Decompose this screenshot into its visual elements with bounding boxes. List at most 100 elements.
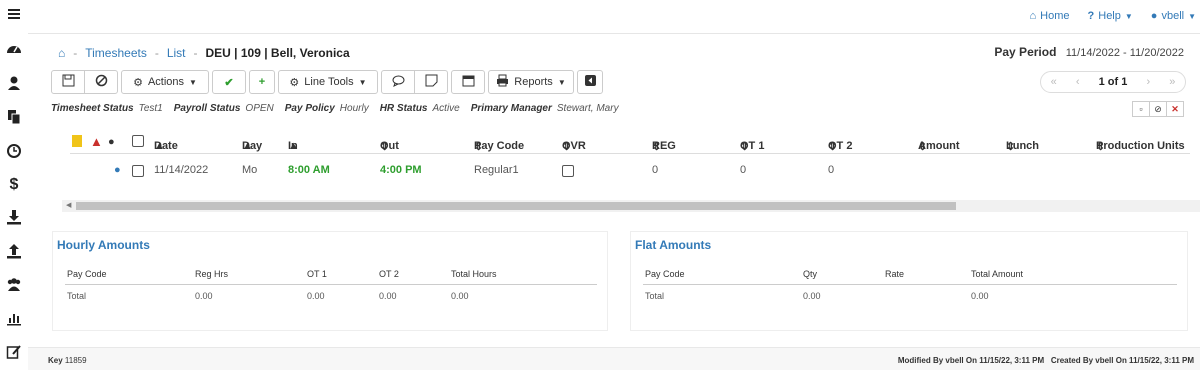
select-all-checkbox[interactable] bbox=[132, 135, 144, 147]
expand-all-icon[interactable]: ● bbox=[108, 136, 115, 148]
calendar-icon bbox=[462, 74, 475, 90]
dashboard-icon[interactable] bbox=[0, 38, 28, 60]
save-button[interactable] bbox=[51, 70, 85, 94]
help-menu[interactable]: ? Help ▼ bbox=[1088, 10, 1133, 22]
comment-button[interactable] bbox=[381, 70, 415, 94]
cell-ot2: 0 bbox=[828, 164, 835, 176]
download-icon[interactable] bbox=[0, 206, 28, 228]
timesheet-table-header: ▲ ● Date ▲ Day ▲ In ▲ Out ⇕ Pay Code ⇕ O… bbox=[70, 132, 1190, 154]
horizontal-scrollbar[interactable]: ◀ bbox=[62, 200, 1200, 212]
flat-cell: 0.00 bbox=[971, 291, 989, 301]
pay-period: Pay Period 11/14/2022 - 11/20/2022 bbox=[994, 45, 1184, 59]
add-line-button[interactable]: + bbox=[249, 70, 275, 94]
prev-page-icon[interactable]: ‹ bbox=[1076, 76, 1080, 88]
mini-delete-button[interactable]: ✕ bbox=[1166, 101, 1184, 117]
hourly-header: Pay Code bbox=[67, 269, 107, 279]
status-key: HR Status bbox=[379, 103, 428, 114]
square-caret-left-icon bbox=[584, 74, 597, 90]
cogs-icon: ⚙ bbox=[133, 76, 143, 89]
flat-amounts-title: Flat Amounts bbox=[635, 238, 712, 252]
print-icon bbox=[496, 74, 509, 90]
caret-down-icon: ▼ bbox=[1124, 11, 1133, 21]
actions-dropdown[interactable]: ⚙ Actions ▼ bbox=[121, 70, 209, 94]
first-page-icon[interactable]: « bbox=[1051, 76, 1057, 88]
flat-cell: Total bbox=[645, 291, 665, 301]
comment-icon bbox=[392, 74, 405, 90]
pay-period-label: Pay Period bbox=[994, 45, 1057, 59]
upload-icon[interactable] bbox=[0, 240, 28, 262]
hourly-header: OT 1 bbox=[307, 269, 327, 279]
save-group bbox=[51, 70, 118, 94]
hourly-header: Reg Hrs bbox=[195, 269, 229, 279]
warning-icon: ▲ bbox=[90, 134, 103, 149]
page-indicator: 1 of 1 bbox=[1098, 76, 1128, 88]
notes-group bbox=[381, 70, 448, 94]
home-icon: ⌂ bbox=[1029, 10, 1037, 22]
ban-icon bbox=[95, 74, 108, 90]
copy-icon[interactable] bbox=[0, 106, 28, 128]
last-page-icon[interactable]: » bbox=[1169, 76, 1175, 88]
ban-icon: ⊘ bbox=[1154, 103, 1162, 114]
collapse-button[interactable] bbox=[577, 70, 603, 94]
expand-row-icon[interactable]: ● bbox=[114, 164, 121, 176]
reports-dropdown[interactable]: Reports ▼ bbox=[488, 70, 574, 94]
check-icon: ✔ bbox=[224, 76, 234, 89]
mini-actions: ▫ ⊘ ✕ bbox=[1132, 101, 1184, 117]
line-tools-dropdown[interactable]: ⚙ Line Tools ▼ bbox=[278, 70, 378, 94]
bar-chart-icon[interactable] bbox=[0, 307, 28, 329]
flat-header: Rate bbox=[885, 269, 905, 279]
crumb-separator: - bbox=[193, 46, 198, 60]
floppy-icon bbox=[62, 74, 75, 90]
cancel-button[interactable] bbox=[84, 70, 118, 94]
calendar-button[interactable] bbox=[451, 70, 485, 94]
note-button[interactable] bbox=[414, 70, 448, 94]
next-page-icon[interactable]: › bbox=[1146, 76, 1150, 88]
menu-icon[interactable] bbox=[0, 3, 28, 25]
status-key: Pay Policy bbox=[284, 103, 335, 114]
dollar-icon[interactable]: $ bbox=[0, 174, 28, 196]
divider bbox=[643, 284, 1177, 285]
pager: « ‹ 1 of 1 › » bbox=[1040, 71, 1186, 93]
hourly-cell: 0.00 bbox=[307, 291, 325, 301]
status-value: Active bbox=[432, 103, 460, 114]
breadcrumb: ⌂ - Timesheets - List - DEU | 109 | Bell… bbox=[58, 46, 350, 60]
scroll-thumb[interactable] bbox=[76, 202, 956, 210]
mini-cancel-button[interactable]: ⊘ bbox=[1149, 101, 1167, 117]
cell-out[interactable]: 4:00 PM bbox=[380, 164, 422, 176]
scroll-left-icon[interactable]: ◀ bbox=[66, 201, 71, 209]
crumb-separator: - bbox=[73, 46, 78, 60]
row-checkbox[interactable] bbox=[132, 165, 144, 177]
hourly-amounts-title: Hourly Amounts bbox=[57, 238, 150, 252]
user-icon[interactable] bbox=[0, 72, 28, 94]
caret-down-icon: ▼ bbox=[189, 77, 197, 87]
ovr-checkbox[interactable] bbox=[562, 165, 574, 177]
cell-in[interactable]: 8:00 AM bbox=[288, 164, 330, 176]
mini-save-button[interactable]: ▫ bbox=[1132, 101, 1150, 117]
hourly-cell: 0.00 bbox=[451, 291, 469, 301]
crumb-list[interactable]: List bbox=[167, 46, 186, 60]
sticky-note-icon bbox=[425, 74, 438, 90]
crumb-separator: - bbox=[154, 46, 159, 60]
caret-down-icon: ▼ bbox=[557, 77, 566, 87]
home-link[interactable]: ⌂ Home bbox=[1030, 10, 1070, 22]
approve-button[interactable]: ✔ bbox=[212, 70, 246, 94]
flat-header: Pay Code bbox=[645, 269, 685, 279]
crumb-timesheets[interactable]: Timesheets bbox=[85, 46, 147, 60]
cog-icon: ⚙ bbox=[289, 76, 300, 89]
user-menu[interactable]: ● vbell ▼ bbox=[1151, 10, 1196, 22]
hourly-cell: 0.00 bbox=[379, 291, 397, 301]
pay-period-value: 11/14/2022 - 11/20/2022 bbox=[1065, 47, 1184, 59]
user-small-icon: ● bbox=[1150, 10, 1158, 22]
edit-icon[interactable] bbox=[0, 341, 28, 363]
flat-cell: 0.00 bbox=[803, 291, 821, 301]
users-icon[interactable] bbox=[0, 273, 28, 295]
cell-pay-code[interactable]: Regular1 bbox=[474, 164, 519, 176]
home-crumb-icon[interactable]: ⌂ bbox=[58, 46, 65, 60]
status-value: Test1 bbox=[138, 103, 163, 114]
cell-day: Mo bbox=[242, 164, 258, 176]
left-sidebar: $ bbox=[0, 0, 28, 370]
clock-icon[interactable] bbox=[0, 140, 28, 162]
status-key: Primary Manager bbox=[470, 103, 552, 114]
audit-info: Modified By vbell On 11/15/22, 3:11 PM C… bbox=[898, 356, 1194, 365]
top-nav-links: ⌂ Home ? Help ▼ ● vbell ▼ bbox=[1030, 10, 1196, 22]
